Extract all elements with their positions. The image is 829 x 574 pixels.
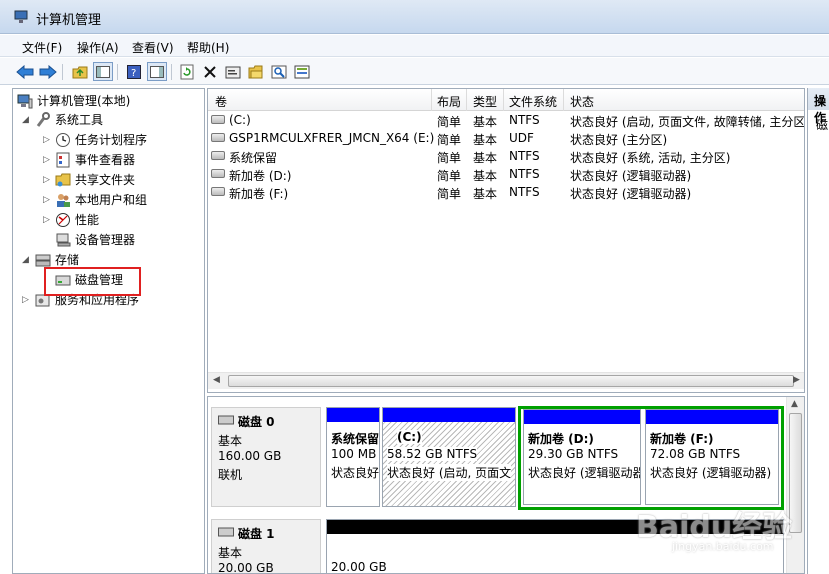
disk-icon [218,527,234,537]
expand-arrow-icon[interactable]: ▷ [43,155,50,165]
tree-label: 存储 [55,253,80,267]
tree-item-local-users-groups[interactable]: 本地用户和组 [55,190,147,209]
tree-item-shared-folders[interactable]: 共享文件夹 [55,170,135,189]
expand-arrow-icon[interactable]: ▷ [43,135,50,145]
up-folder-icon[interactable] [70,62,90,81]
tree-label: 事件查看器 [75,153,136,167]
search-icon[interactable] [269,62,289,81]
event-viewer-icon [56,152,70,167]
drive-icon [211,169,225,178]
column-header-volume[interactable]: 卷 [215,93,227,110]
computer-management-icon [14,10,28,23]
help-icon[interactable]: ? [124,62,144,81]
toolbar: ? [0,58,829,85]
column-header-filesystem[interactable]: 文件系统 [509,93,557,110]
table-row[interactable]: (C:) 简单 基本 NTFS 状态良好 (启动, 页面文件, 故障转储, 主分… [208,111,804,129]
device-manager-icon [56,233,71,246]
refresh-icon[interactable] [177,62,197,81]
scroll-up-icon[interactable]: ▲ [791,399,798,409]
expand-arrow-icon[interactable]: ▷ [43,175,50,185]
storage-icon [35,254,51,266]
open-folder-icon[interactable] [246,62,266,81]
highlight-box [44,267,141,296]
delete-icon[interactable] [200,62,220,81]
tree-label: 计算机管理(本地) [37,94,131,108]
partition-c[interactable]: (C:) 58.52 GB NTFS 状态良好 (启动, 页面文 [382,407,516,507]
table-row[interactable]: GSP1RMCULXFRER_JMCN_X64 (E:) 简单 基本 UDF 状… [208,129,804,147]
tree-label: 设备管理器 [75,233,136,247]
menu-view[interactable]: 查看(V) [132,39,174,56]
action-pane-header: 操作 [808,88,829,125]
partition-d[interactable]: 新加卷 (D:) 29.30 GB NTFS 状态良好 (逻辑驱动器 [523,409,641,505]
partition-system-reserved[interactable]: 系统保留 100 MB 状态良好 [326,407,380,507]
users-icon [57,193,70,207]
drive-icon [211,187,225,196]
collapse-arrow-icon[interactable]: ◢ [22,115,29,125]
drive-icon [211,115,225,124]
tree-item-computer-management[interactable]: 计算机管理(本地) [17,91,130,110]
volume-list-header: 卷 布局 类型 文件系统 状态 [208,89,804,111]
properties-icon[interactable] [223,62,243,81]
console-tree: 计算机管理(本地) ◢ 系统工具 ▷ 任务计划程序 ▷ 事件查看器 ▷ 共享文件… [12,88,205,574]
show-hide-console-tree-icon[interactable] [93,62,113,81]
menu-help[interactable]: 帮助(H) [187,39,229,56]
window-title: 计算机管理 [36,13,102,28]
tree-item-task-scheduler[interactable]: 任务计划程序 [55,130,147,149]
column-header-layout[interactable]: 布局 [437,93,461,110]
disk-1-label[interactable]: 磁盘 1 基本 20.00 GB [211,519,321,573]
show-hide-action-pane-icon[interactable] [147,62,167,81]
partition-f[interactable]: 新加卷 (F:) 72.08 GB NTFS 状态良好 (逻辑驱动器) [645,409,779,505]
expand-arrow-icon[interactable]: ▷ [22,295,29,305]
clock-icon [56,132,70,147]
title-bar: 计算机管理 [0,0,829,34]
tree-item-system-tools[interactable]: 系统工具 [35,110,103,129]
tree-label: 系统工具 [55,113,104,127]
tree-label: 本地用户和组 [75,193,148,207]
computer-icon [17,94,33,108]
expand-arrow-icon[interactable]: ▷ [43,195,50,205]
volume-list: 卷 布局 类型 文件系统 状态 (C:) 简单 基本 NTFS 状态良好 (启动… [207,88,805,393]
forward-arrow-icon[interactable] [38,62,58,81]
drive-icon [211,133,225,142]
action-item[interactable]: 磁 [816,116,828,133]
svg-text:?: ? [131,68,136,79]
horizontal-scrollbar[interactable]: ◀ ▶ [208,372,804,389]
disk-icon [218,415,234,425]
tree-label: 性能 [75,213,100,227]
expand-arrow-icon[interactable]: ▷ [43,215,50,225]
scroll-right-icon[interactable]: ▶ [793,375,800,385]
drive-icon [211,151,225,160]
menu-action[interactable]: 操作(A) [77,39,119,56]
table-row[interactable]: 新加卷 (D:) 简单 基本 NTFS 状态良好 (逻辑驱动器) [208,165,804,183]
tree-item-performance[interactable]: 性能 [55,210,99,229]
export-list-icon[interactable] [292,62,312,81]
tools-icon [36,111,50,127]
scroll-left-icon[interactable]: ◀ [213,375,220,385]
tree-label: 共享文件夹 [75,173,136,187]
performance-icon [56,212,70,227]
column-header-status[interactable]: 状态 [570,93,594,110]
tree-item-device-manager[interactable]: 设备管理器 [55,230,135,249]
tree-label: 任务计划程序 [75,133,148,147]
table-row[interactable]: 系统保留 简单 基本 NTFS 状态良好 (系统, 活动, 主分区) [208,147,804,165]
menu-file[interactable]: 文件(F) [22,39,62,56]
scrollbar-thumb[interactable] [228,375,794,387]
disk-0-label[interactable]: 磁盘 0 基本 160.00 GB 联机 [211,407,321,507]
back-arrow-icon[interactable] [15,62,35,81]
tree-item-event-viewer[interactable]: 事件查看器 [55,150,135,169]
column-header-type[interactable]: 类型 [473,93,497,110]
table-row[interactable]: 新加卷 (F:) 简单 基本 NTFS 状态良好 (逻辑驱动器) [208,183,804,201]
collapse-arrow-icon[interactable]: ◢ [22,255,29,265]
shared-folder-icon [55,173,71,186]
baidu-watermark-logo: Baidu经验 jingyan.baidu.com [636,510,793,553]
menu-bar: 文件(F) 操作(A) 查看(V) 帮助(H) [0,35,829,57]
